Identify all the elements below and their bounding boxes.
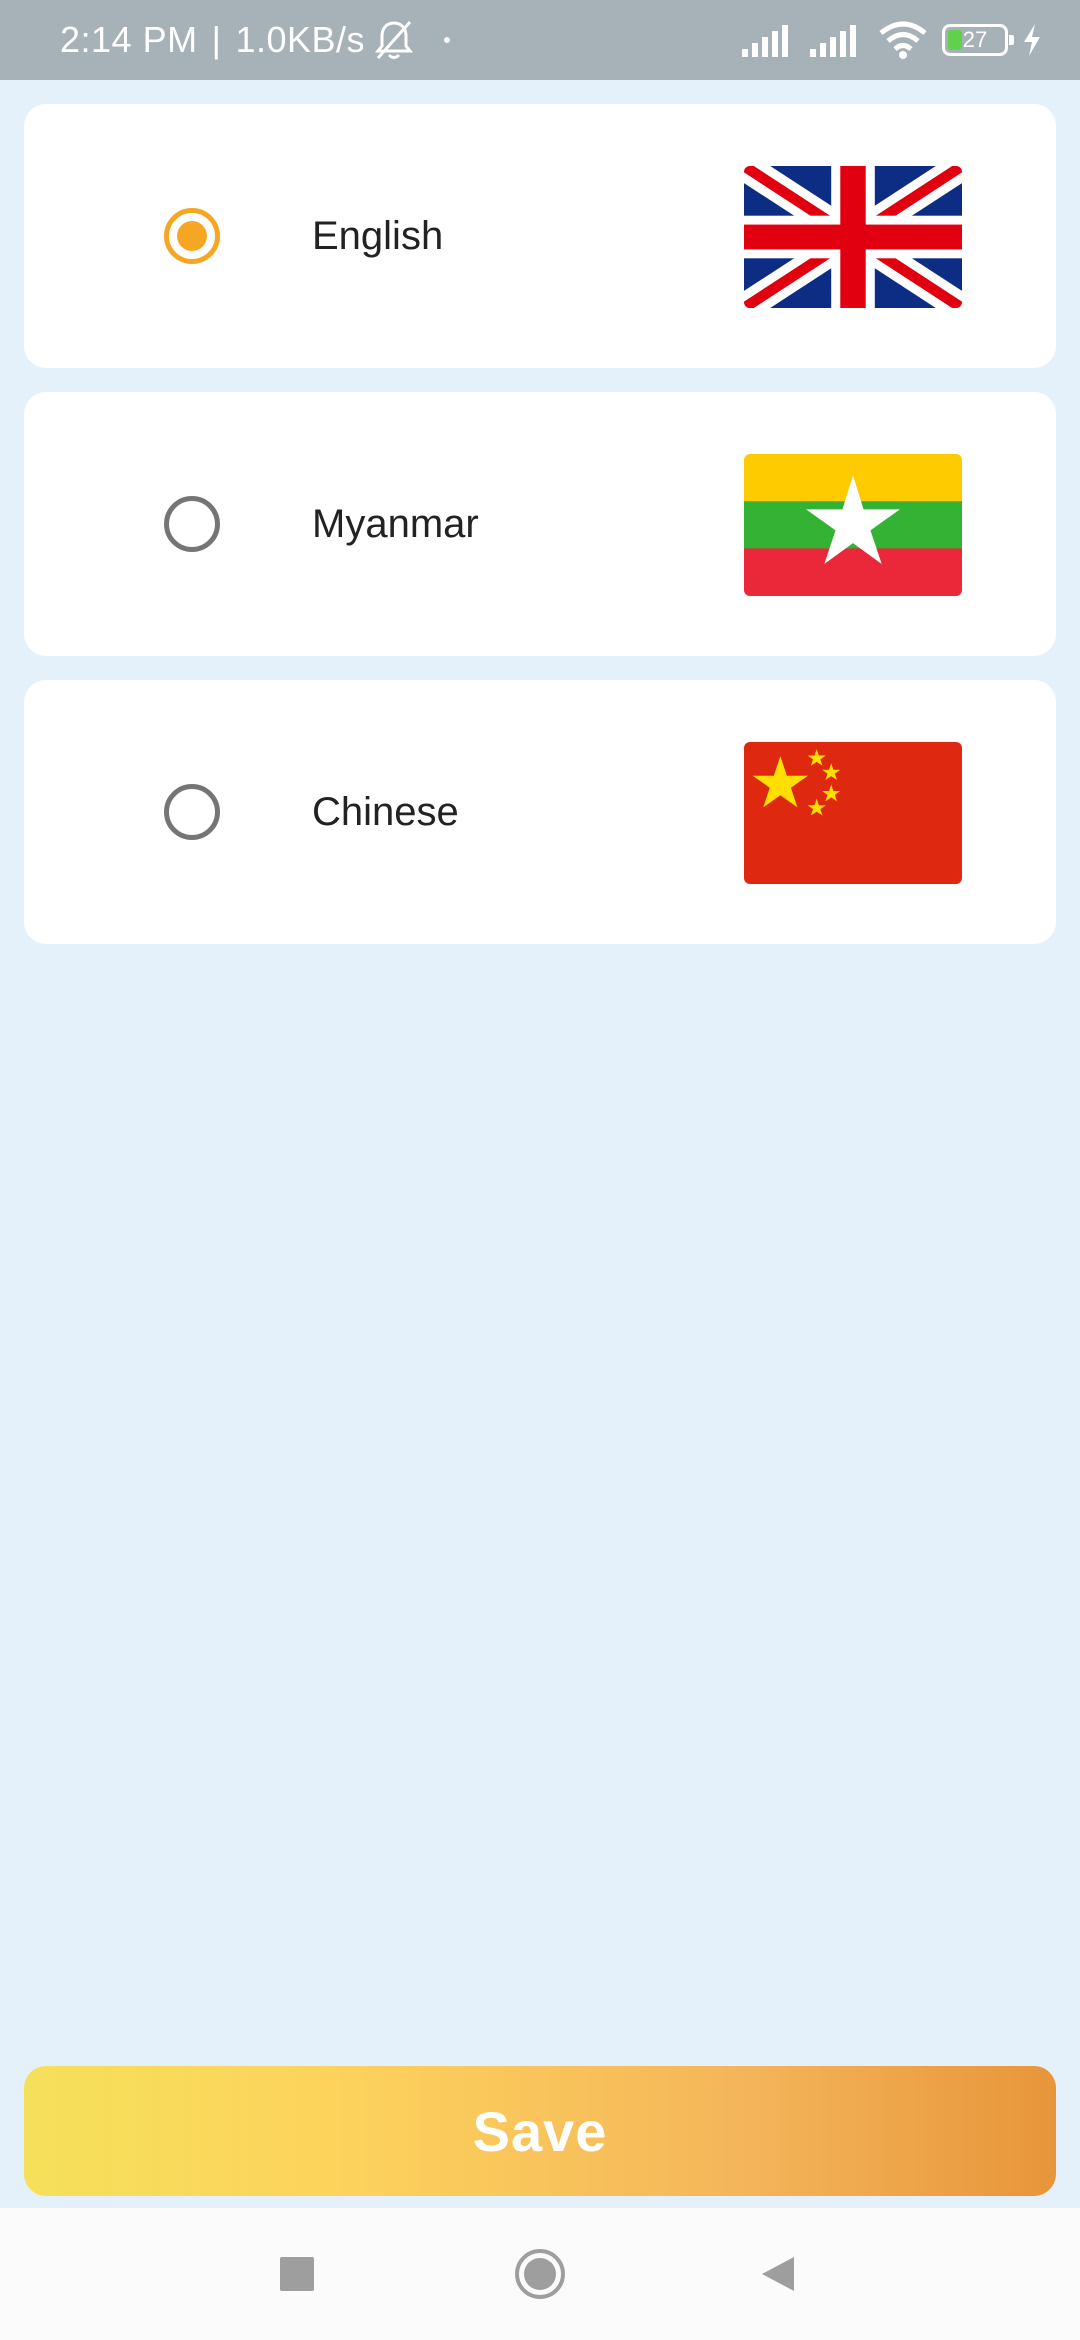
language-option-chinese[interactable]: Chinese [24, 680, 1056, 944]
status-right: 27 [742, 0, 1042, 80]
radio-selected-icon[interactable] [164, 208, 220, 264]
radio-unselected-icon[interactable] [164, 784, 220, 840]
status-time: 2:14 PM [60, 19, 198, 60]
battery-level: 27 [962, 27, 988, 52]
back-icon[interactable] [718, 2208, 838, 2340]
dot-icon [443, 36, 451, 44]
save-button[interactable]: Save [24, 2066, 1056, 2196]
battery-icon: 27 [942, 24, 1014, 56]
uk-flag-icon [744, 166, 962, 308]
network-speed: 1.0KB/s [235, 19, 366, 60]
china-flag-icon [744, 742, 962, 884]
language-label: English [312, 214, 444, 258]
status-left: 2:14 PM | 1.0KB/s [60, 0, 451, 80]
home-icon[interactable] [480, 2208, 600, 2340]
wifi-icon [878, 21, 928, 59]
myanmar-flag-icon [744, 454, 962, 596]
save-button-label: Save [472, 2099, 608, 2163]
radio-unselected-icon[interactable] [164, 496, 220, 552]
charging-icon [1022, 23, 1042, 57]
signal-icon [742, 23, 796, 57]
battery-fill [948, 30, 962, 50]
language-option-english[interactable]: English [24, 104, 1056, 368]
recent-apps-icon[interactable] [237, 2208, 357, 2340]
bell-off-icon [373, 18, 415, 62]
battery-cap [1009, 35, 1014, 45]
language-option-myanmar[interactable]: Myanmar [24, 392, 1056, 656]
language-label: Myanmar [312, 502, 479, 546]
status-separator: | [211, 19, 222, 60]
signal-icon [810, 23, 864, 57]
language-list: English Myanmar Chinese [24, 104, 1056, 968]
navigation-bar [0, 2208, 1080, 2340]
status-bar: 2:14 PM | 1.0KB/s 27 [0, 0, 1080, 80]
language-label: Chinese [312, 790, 459, 834]
